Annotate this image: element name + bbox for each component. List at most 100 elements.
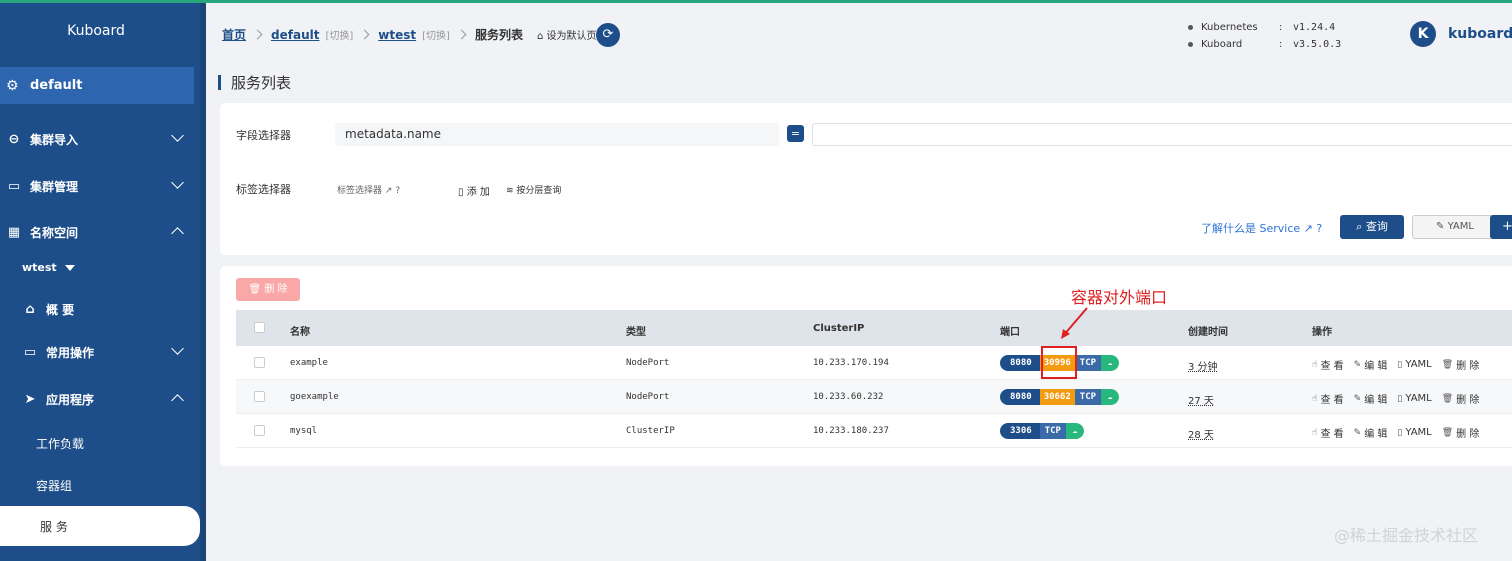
column-header[interactable]: 名称 [290,323,310,338]
switch-cluster-link[interactable]: [切换] [325,27,353,42]
delete-row-button[interactable]: 🗑 删 除 [1442,391,1480,407]
table-row[interactable]: mysql ClusterIP 10.233.180.237 3306 TCP … [236,414,1512,448]
annotation-arrow [1061,307,1088,339]
create-button[interactable]: + [1490,215,1512,239]
brand[interactable]: Kuboard [0,3,206,59]
header: 首页 default [切换] wtest [切换] 服务列表 ⌂ 设为默认页 … [206,3,1512,63]
page-title: 服务列表 [218,72,291,93]
edit-icon: ✎ [1353,393,1362,404]
query-button[interactable]: ⌕ 查询 [1340,215,1404,239]
field-value-input[interactable] [812,123,1512,146]
yaml-label: YAML [1405,359,1432,370]
edit-button[interactable]: ✎ 编 辑 [1354,357,1388,373]
created-age: 3 分钟 [1188,362,1218,373]
created-age: 28 天 [1188,430,1214,441]
user-menu[interactable]: K kuboard-a [1410,21,1512,47]
namespace-selector[interactable]: wtest [22,261,75,274]
view-button[interactable]: ☝ 查 看 [1312,357,1344,373]
chevron-down-icon [171,342,184,355]
service-name[interactable]: example [290,358,328,368]
yaml-label: YAML [1405,393,1432,404]
delete-button[interactable]: 🗑 删 除 [236,278,300,301]
view-label: 查 看 [1320,395,1344,406]
sidebar-item-pods[interactable]: 容器组 [36,477,72,494]
trash-icon: 🗑 [1441,427,1454,438]
version-sep: : [1279,39,1283,50]
yaml-button[interactable]: ▯ YAML [1397,425,1431,440]
sidebar: Kuboard ⚙ default ⊖ 集群导入 ▭ 集群管理 ▦ 名称空间 w… [0,3,206,561]
sidebar-item-common-ops[interactable]: ▭ 常用操作 [0,332,200,372]
refresh-button[interactable]: ⟳ [596,23,620,47]
column-header[interactable]: 端口 [1000,323,1020,338]
column-header[interactable]: 创建时间 [1188,323,1228,338]
yaml-button[interactable]: ▯ YAML [1397,357,1431,372]
column-header[interactable]: ClusterIP [813,323,864,334]
column-header[interactable]: 类型 [626,323,646,338]
version-row: Kubernetes : v1.24.4 [1188,19,1341,36]
service-type: NodePort [626,392,670,402]
row-checkbox[interactable] [254,357,265,368]
table-header: 名称 类型 ClusterIP 端口 创建时间 操作 [236,310,1512,346]
thumb-icon: ☝ [1312,359,1318,370]
view-label: 查 看 [1320,429,1344,440]
folder-icon: ▭ [23,344,37,360]
select-all-checkbox[interactable] [254,322,265,333]
chevron-down-icon [171,176,184,189]
delete-row-button[interactable]: 🗑 删 除 [1442,357,1480,373]
layers-icon: ≋ [506,186,517,196]
yaml-button[interactable]: ✎ YAML [1412,215,1498,239]
edit-button[interactable]: ✎ 编 辑 [1353,391,1388,407]
yaml-label: YAML [1447,221,1474,232]
delete-row-button[interactable]: 🗑 删 除 [1441,425,1480,441]
service-help-link[interactable]: 了解什么是 Service ↗ ? [1201,220,1322,236]
sidebar-item-cluster-manage[interactable]: ▭ 集群管理 [0,166,200,206]
service-name[interactable]: goexample [290,392,339,402]
view-button[interactable]: ☝ 查 看 [1312,391,1344,407]
cloud-icon: ☁ [1101,389,1120,405]
sidebar-item-workloads[interactable]: 工作负载 [36,435,84,452]
table-row[interactable]: example NodePort 10.233.170.194 8080 309… [236,346,1512,380]
external-link-icon: ↗ [1303,222,1313,235]
refresh-icon: ⟳ [602,27,614,42]
row-checkbox[interactable] [254,425,265,436]
row-checkbox[interactable] [254,391,265,402]
grid-icon: ▦ [7,224,21,240]
sidebar-item-apps[interactable]: ➤ 应用程序 [0,379,200,419]
service-type: NodePort [626,358,670,368]
operator-button[interactable]: = [787,125,804,142]
breadcrumb-cluster[interactable]: default [271,28,319,42]
table-row[interactable]: goexample NodePort 10.233.60.232 8080 30… [236,380,1512,414]
sidebar-scrollbar[interactable] [200,3,206,561]
view-label: 查 看 [1320,361,1344,372]
field-selector-input[interactable]: metadata.name [335,123,779,146]
yaml-label: YAML [1405,427,1432,438]
add-label-button[interactable]: ▯ 添 加 [458,183,490,198]
chevron-down-icon [171,129,184,142]
service-name[interactable]: mysql [290,426,317,436]
sidebar-item-services[interactable]: 服 务 [0,506,200,546]
title-bar [218,75,221,90]
column-header[interactable]: 操作 [1312,323,1332,338]
watermark: @稀土掘金技术社区 [1334,526,1479,545]
version-value: v3.5.0.3 [1293,39,1342,50]
label-selector-link[interactable]: 标签选择器 ↗ ? [337,183,400,196]
view-button[interactable]: ☝ 查 看 [1312,425,1344,441]
yaml-button[interactable]: ▯ YAML [1397,391,1431,406]
cluster-ip: 10.233.180.237 [813,426,889,436]
bullet-icon [1188,25,1193,30]
sidebar-item-cluster-import[interactable]: ⊖ 集群导入 [0,119,200,159]
document-icon: ▯ [1397,427,1403,438]
sidebar-item-overview[interactable]: ⌂ 概 要 [16,289,206,329]
port: 8080 [1000,389,1040,405]
current-namespace[interactable]: ⚙ default [0,67,194,104]
switch-namespace-link[interactable]: [切换] [422,27,450,42]
breadcrumb-home[interactable]: 首页 [222,26,246,43]
sidebar-item-namespaces[interactable]: ▦ 名称空间 [0,212,200,252]
breadcrumb-namespace[interactable]: wtest [378,28,416,42]
layer-query-button[interactable]: ≋ 按分层查询 [506,183,561,196]
set-default-label: 设为默认页 [546,31,597,42]
set-default-page[interactable]: ⌂ 设为默认页 [537,27,597,42]
edit-label: 编 辑 [1364,429,1388,440]
edit-button[interactable]: ✎ 编 辑 [1354,425,1388,441]
port-badge: 3306 TCP ☁ [1000,423,1084,439]
